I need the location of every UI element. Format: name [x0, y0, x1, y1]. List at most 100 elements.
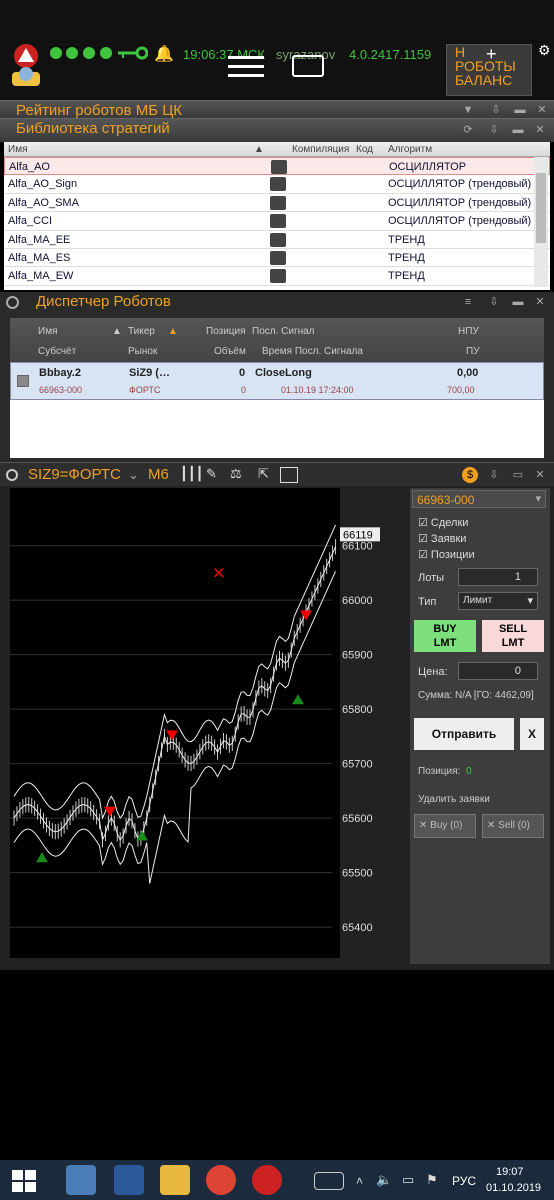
lower-band-line — [13, 571, 337, 884]
col-volume[interactable]: Объём — [214, 346, 246, 357]
list-icon[interactable]: ≡ — [462, 296, 474, 308]
compile-button[interactable] — [271, 160, 287, 174]
tray-time[interactable]: 19:07 — [496, 1166, 524, 1178]
type-select[interactable]: Лимит ▾ — [458, 592, 538, 610]
row-checkbox[interactable] — [17, 375, 29, 387]
table-row[interactable]: Alfa_AO_SMA ОСЦИЛЛЯТОР (трендовый) — [4, 194, 550, 213]
chart-toolbar: SIZ9=ФОРТС ⌄ M6 ┃┃┃ ✎ ⚖ ⇱ $ ⇩ ▭ ✕ — [0, 462, 554, 486]
pin-icon[interactable]: ⇩ — [488, 296, 500, 308]
dollar-icon[interactable]: $ — [462, 467, 478, 483]
scrollbar[interactable] — [534, 157, 548, 287]
rating-panel-header[interactable]: Рейтинг роботов МБ ЦК ▼ ⇩ ▬ ✕ — [0, 100, 554, 119]
folder-icon[interactable] — [160, 1165, 190, 1195]
table-row[interactable]: Alfa_CCI ОСЦИЛЛЯТОР (трендовый) — [4, 212, 550, 231]
menu-icon[interactable] — [228, 56, 264, 78]
keyboard-icon[interactable] — [314, 1172, 344, 1190]
chart-title[interactable]: SIZ9=ФОРТС — [28, 466, 121, 483]
table-row[interactable]: Alfa_MA_EE ТРЕНД — [4, 231, 550, 249]
powershell-icon[interactable] — [114, 1165, 144, 1195]
network-icon[interactable]: ▭ — [402, 1172, 414, 1188]
timeframe[interactable]: M6 — [148, 466, 169, 483]
up-chevron-icon[interactable]: ˄ — [356, 1174, 363, 1188]
buy-lmt-button[interactable]: BUY LMT — [414, 620, 476, 652]
col-last-signal[interactable]: Посл. Сигнал — [252, 326, 315, 337]
col-subaccount[interactable]: Субсчёт — [38, 346, 76, 357]
col-code[interactable]: Код — [356, 144, 373, 155]
cursor-icon[interactable]: ⇱ — [258, 466, 269, 482]
table-row[interactable]: Alfa_AO ОСЦИЛЛЯТОР — [4, 157, 550, 176]
close-icon[interactable]: ✕ — [534, 124, 546, 136]
minimize-icon[interactable]: ▬ — [512, 124, 524, 136]
settings-icon[interactable]: ⚙ — [538, 42, 551, 59]
bell-icon[interactable]: 🔔 — [154, 44, 174, 63]
price-input[interactable]: 0 — [458, 662, 538, 680]
compile-button[interactable] — [270, 214, 286, 229]
language[interactable]: РУС — [452, 1174, 476, 1188]
price-chart[interactable]: 66100 66000 65900 65800 65700 65600 65500 65400… — [10, 488, 380, 958]
send-button[interactable]: Отправить — [414, 718, 514, 750]
robot-row[interactable]: Bbbay.2 SiZ9 (… 0 CloseLong 0,00 66963-0… — [10, 362, 544, 400]
close-icon[interactable]: ✕ — [534, 296, 546, 308]
col-name[interactable]: Имя — [8, 144, 27, 155]
sell-lmt-button[interactable]: SELL LMT — [482, 620, 544, 652]
col-market[interactable]: Рынок — [128, 346, 157, 357]
alfa-direct-icon[interactable] — [252, 1165, 282, 1195]
pin-icon[interactable]: ⇩ — [488, 469, 500, 481]
windows-icon[interactable] — [12, 1170, 36, 1192]
pin-icon[interactable]: ⇩ — [488, 124, 500, 136]
cancel-x-button[interactable]: X — [520, 718, 544, 750]
table-row[interactable]: Alfa_MA_EW ТРЕНД — [4, 267, 550, 286]
compile-button[interactable] — [270, 250, 286, 265]
col-ticker[interactable]: Тикер — [128, 326, 155, 337]
minimize-icon[interactable]: ▬ — [514, 104, 526, 116]
last-price-label: 66119 — [343, 529, 373, 541]
pencil-icon[interactable]: ✎ — [206, 466, 217, 482]
indicator-icon[interactable]: ⚖ — [230, 466, 242, 482]
flag-icon[interactable]: ⚑ — [426, 1172, 438, 1188]
volume-icon[interactable]: 🔈 — [376, 1172, 392, 1188]
col-position[interactable]: Позиция — [206, 326, 246, 337]
minimize-icon[interactable]: ▬ — [512, 296, 524, 308]
filter-icon[interactable]: ▼ — [462, 104, 474, 116]
compile-button[interactable] — [270, 232, 286, 247]
col-last-signal-time[interactable]: Время Посл. Сигнала — [262, 346, 363, 357]
col-algo[interactable]: Алгоритм — [388, 144, 432, 155]
chevron-down-icon[interactable]: ⌄ — [128, 467, 139, 483]
position-value: 0 — [466, 766, 472, 777]
close-icon[interactable]: ✕ — [534, 469, 546, 481]
compile-button[interactable] — [270, 195, 286, 210]
chk-orders[interactable]: ☑ Заявки — [418, 532, 466, 545]
dispatcher-header[interactable]: Диспетчер Роботов ≡ ⇩ ▬ ✕ — [0, 292, 554, 314]
chrome-icon[interactable] — [206, 1165, 236, 1195]
refresh-icon[interactable]: ⟳ — [462, 124, 474, 136]
cancel-buy-button[interactable]: ✕ Buy (0) — [414, 814, 476, 838]
chk-deals[interactable]: ☑ Сделки — [418, 516, 468, 529]
maximize-icon[interactable]: ▭ — [512, 469, 524, 481]
strategy-name: Alfa_MA_EW — [8, 270, 74, 283]
table-header: Имя ▲ Компиляция Код Алгоритм — [4, 142, 550, 157]
cancel-sell-button[interactable]: ✕ Sell (0) — [482, 814, 544, 838]
chk-positions[interactable]: ☑ Позиции — [418, 548, 475, 561]
col-compile[interactable]: Компиляция — [292, 144, 349, 155]
compile-button[interactable] — [270, 177, 286, 192]
explorer-icon[interactable] — [66, 1165, 96, 1195]
keyboard-icon[interactable] — [292, 55, 324, 77]
lots-input[interactable]: 1 — [458, 568, 538, 586]
table-row[interactable]: Alfa_MA_ES ТРЕНД — [4, 249, 550, 268]
compile-button[interactable] — [270, 269, 286, 284]
table-row[interactable]: Alfa_AO_Sign ОСЦИЛЛЯТОР (трендовый) — [4, 175, 550, 194]
close-icon[interactable]: ✕ — [536, 104, 548, 116]
candles-icon[interactable]: ┃┃┃ — [180, 466, 203, 482]
tray-date[interactable]: 01.10.2019 — [486, 1182, 541, 1194]
add-icon[interactable]: + — [486, 44, 497, 65]
app-logo[interactable] — [8, 42, 44, 90]
col-pu[interactable]: ПУ — [466, 346, 480, 357]
col-npu[interactable]: НПУ — [458, 326, 479, 337]
library-panel-header[interactable]: Библиотека стратегий ⟳ ⇩ ▬ ✕ — [0, 118, 554, 142]
orderbook-icon[interactable] — [280, 467, 298, 483]
pin-icon[interactable]: ⇩ — [490, 104, 502, 116]
col-name[interactable]: Имя — [38, 326, 57, 337]
library-title: Библиотека стратегий — [16, 120, 170, 137]
account-select[interactable]: 66963-000 ▾ — [412, 490, 546, 508]
price-value: 0 — [514, 665, 521, 677]
